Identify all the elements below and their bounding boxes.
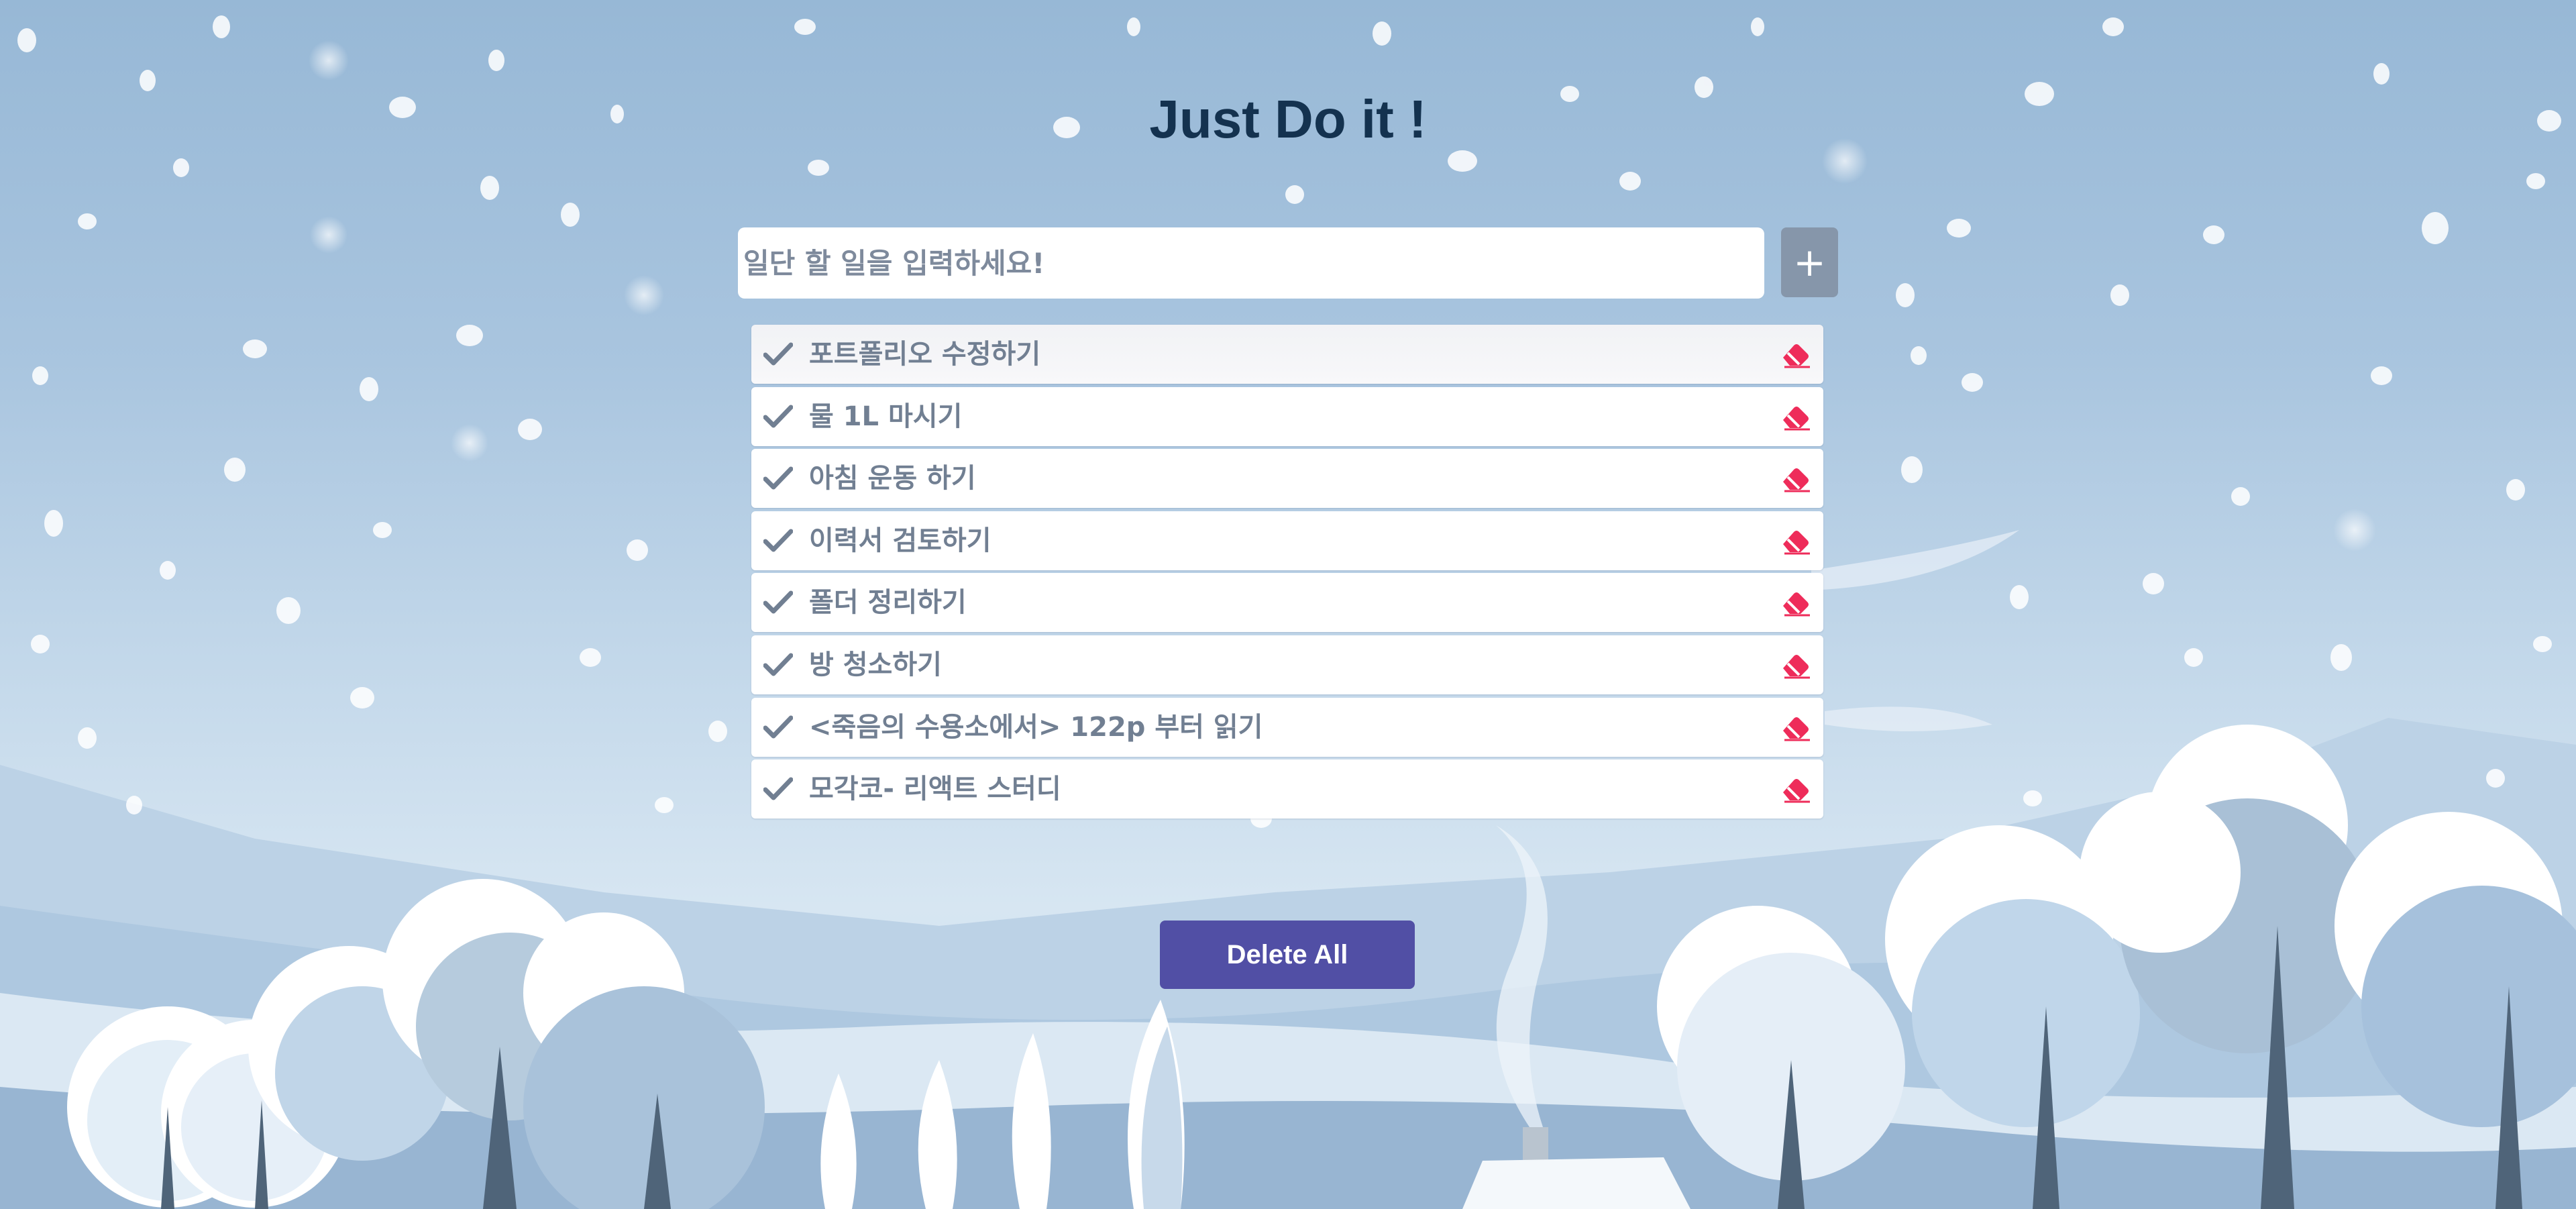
todo-item-text: <죽음의 수용소에서> 122p 부터 읽기 [809, 711, 1263, 743]
check-icon[interactable] [763, 341, 793, 368]
todo-item: 아침 운동 하기 [751, 449, 1823, 509]
todo-list: 포트폴리오 수정하기 물 1L 마시기 아침 운동 하기 이력서 검토하기 폴더… [751, 325, 1823, 822]
check-icon[interactable] [763, 651, 793, 678]
todo-item: 방 청소하기 [751, 635, 1823, 694]
plus-icon: + [1793, 240, 1826, 285]
todo-item-text: 물 1L 마시기 [809, 401, 963, 432]
todo-input[interactable] [738, 227, 1764, 299]
todo-item-text: 방 청소하기 [809, 649, 942, 680]
eraser-icon[interactable] [1780, 651, 1811, 679]
todo-item: 폴더 정리하기 [751, 573, 1823, 633]
todo-item: 모각코- 리액트 스터디 [751, 759, 1823, 819]
todo-item-text: 포트폴리오 수정하기 [809, 339, 1041, 370]
todo-item-text: 아침 운동 하기 [809, 463, 976, 494]
eraser-icon[interactable] [1780, 527, 1811, 555]
eraser-icon[interactable] [1780, 403, 1811, 431]
add-todo-button[interactable]: + [1781, 227, 1838, 297]
eraser-icon[interactable] [1780, 340, 1811, 368]
page-title: Just Do it ! [1149, 89, 1427, 149]
check-icon[interactable] [763, 714, 793, 741]
todo-item-text: 폴더 정리하기 [809, 587, 967, 619]
check-icon[interactable] [763, 465, 793, 492]
todo-item: 물 1L 마시기 [751, 386, 1823, 446]
todo-input-row: + [738, 227, 1838, 299]
todo-item-text: 모각코- 리액트 스터디 [809, 774, 1061, 805]
check-icon[interactable] [763, 589, 793, 616]
todo-item: 포트폴리오 수정하기 [751, 325, 1823, 384]
todo-app: Just Do it ! + 포트폴리오 수정하기 물 1L 마시기 아침 운동… [0, 0, 2576, 1209]
eraser-icon[interactable] [1780, 588, 1811, 617]
eraser-icon[interactable] [1780, 775, 1811, 803]
check-icon[interactable] [763, 403, 793, 430]
check-icon[interactable] [763, 776, 793, 802]
eraser-icon[interactable] [1780, 713, 1811, 741]
eraser-icon[interactable] [1780, 464, 1811, 492]
todo-item-text: 이력서 검토하기 [809, 525, 991, 556]
check-icon[interactable] [763, 527, 793, 554]
delete-all-button[interactable]: Delete All [1160, 921, 1415, 989]
todo-item: <죽음의 수용소에서> 122p 부터 읽기 [751, 697, 1823, 757]
todo-item: 이력서 검토하기 [751, 511, 1823, 570]
